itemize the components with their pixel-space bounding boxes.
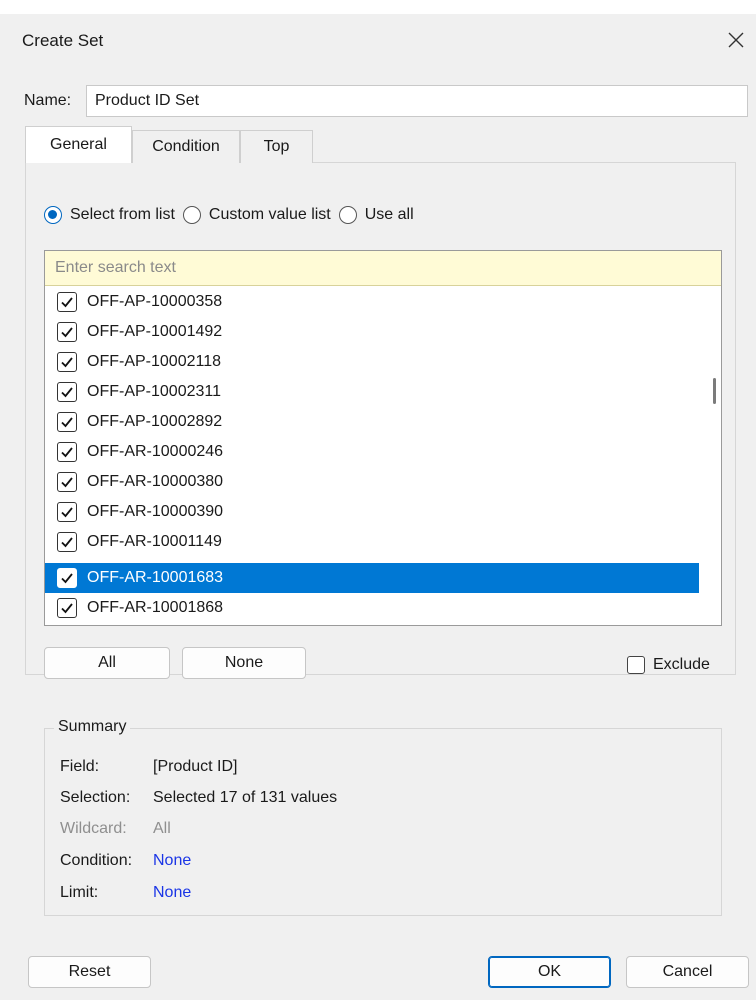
ok-button[interactable]: OK [488, 956, 611, 988]
checkbox[interactable] [57, 598, 77, 618]
top-strip [0, 0, 756, 14]
name-label: Name: [24, 92, 72, 109]
list-item-label: OFF-AR-10000246 [87, 443, 224, 460]
summary-selection-key: Selection: [60, 789, 131, 806]
checkbox[interactable] [57, 472, 77, 492]
list-item[interactable]: OFF-AR-10001149 [45, 527, 699, 557]
list-item[interactable]: OFF-AP-10000358 [45, 287, 699, 317]
checkbox[interactable] [57, 292, 77, 312]
checkbox[interactable] [57, 568, 77, 588]
dialog-title: Create Set [22, 31, 104, 50]
exclude-checkbox-box[interactable] [627, 656, 645, 674]
summary-limit-row: Limit: None [60, 884, 191, 902]
list-item[interactable]: OFF-AR-10001683 [45, 563, 699, 593]
summary-wildcard-value: All [153, 820, 171, 837]
tab-top[interactable]: Top [240, 130, 313, 163]
summary-limit-key: Limit: [60, 884, 99, 901]
radio-custom-value-list[interactable] [182, 206, 201, 224]
list-item-label: OFF-AP-10000358 [87, 293, 223, 310]
exclude-label: Exclude [653, 656, 710, 673]
exclude-checkbox[interactable]: Exclude [627, 654, 710, 676]
checkmark-icon [61, 417, 73, 428]
list-item[interactable]: OFF-AR-10000246 [45, 437, 699, 467]
scrollbar-thumb[interactable] [713, 378, 716, 404]
checkbox[interactable] [57, 382, 77, 402]
list-item[interactable]: OFF-AP-10002892 [45, 407, 699, 437]
list-item-label: OFF-AR-10000390 [87, 503, 224, 520]
list-item[interactable]: OFF-AP-10002118 [45, 347, 699, 377]
tab-condition[interactable]: Condition [132, 130, 240, 163]
none-button[interactable]: None [182, 647, 306, 679]
list-item[interactable]: OFF-AP-10001492 [45, 317, 699, 347]
checkmark-icon [61, 357, 73, 368]
summary-field-value: [Product ID] [153, 758, 238, 775]
close-icon [728, 32, 744, 48]
checkbox[interactable] [57, 322, 77, 342]
summary-selection-row: Selection: Selected 17 of 131 values [60, 789, 337, 807]
radio-select-from-list[interactable] [44, 206, 62, 224]
list-item-label: OFF-AP-10002892 [87, 413, 223, 430]
list-item-label: OFF-AP-10002311 [87, 383, 221, 400]
checkmark-icon [61, 447, 73, 458]
radio-use-all-label[interactable]: Use all [365, 206, 414, 224]
summary-limit-link[interactable]: None [153, 884, 191, 902]
selection-mode-group: Select from list Custom value list Use a… [44, 203, 422, 227]
list-item[interactable]: OFF-AR-10000380 [45, 467, 699, 497]
list-item-label: OFF-AR-10001868 [87, 599, 224, 616]
checkmark-icon [61, 477, 73, 488]
name-input[interactable] [86, 85, 748, 117]
values-listbox: OFF-AP-10000358 OFF-AP-10001492 OFF-AP-1… [44, 250, 722, 626]
list-item[interactable]: OFF-AR-10001868 [45, 593, 699, 623]
search-input[interactable] [45, 251, 721, 286]
radio-custom-value-list-label[interactable]: Custom value list [209, 206, 331, 224]
summary-wildcard-key: Wildcard: [60, 820, 127, 837]
summary-field-row: Field: [Product ID] [60, 758, 237, 776]
checkbox[interactable] [57, 352, 77, 372]
summary-wildcard-row: Wildcard: All [60, 820, 171, 838]
checkmark-icon [61, 573, 73, 584]
tab-general[interactable]: General [25, 126, 132, 163]
list-item-label: OFF-AP-10001492 [87, 323, 223, 340]
all-button[interactable]: All [44, 647, 170, 679]
list-item-label: OFF-AR-10001683 [87, 569, 224, 586]
title-bar: Create Set [0, 14, 756, 66]
list-item-label: OFF-AR-10000380 [87, 473, 224, 490]
summary-condition-key: Condition: [60, 852, 133, 869]
checkbox[interactable] [57, 532, 77, 552]
close-button[interactable] [716, 20, 756, 60]
summary-legend: Summary [54, 718, 131, 736]
checkmark-icon [61, 387, 73, 398]
summary-condition-row: Condition: None [60, 852, 191, 870]
checkbox[interactable] [57, 442, 77, 462]
checkmark-icon [61, 297, 73, 308]
cancel-button[interactable]: Cancel [626, 956, 749, 988]
reset-button[interactable]: Reset [28, 956, 151, 988]
list-item[interactable]: OFF-AP-10002311 [45, 377, 699, 407]
checkmark-icon [61, 603, 73, 614]
checkmark-icon [61, 507, 73, 518]
radio-use-all[interactable] [338, 206, 357, 224]
summary-selection-value: Selected 17 of 131 values [153, 789, 338, 806]
list-item-label: OFF-AP-10002118 [87, 353, 221, 370]
summary-condition-link[interactable]: None [153, 852, 191, 870]
summary-field-key: Field: [60, 758, 100, 775]
checkmark-icon [61, 327, 73, 338]
radio-select-from-list-label[interactable]: Select from list [70, 206, 175, 224]
checkbox[interactable] [57, 502, 77, 522]
checkmark-icon [61, 537, 73, 548]
list-item-label: OFF-AR-10001149 [87, 533, 222, 550]
list-item[interactable]: OFF-AR-10000390 [45, 497, 699, 527]
checkbox[interactable] [57, 412, 77, 432]
